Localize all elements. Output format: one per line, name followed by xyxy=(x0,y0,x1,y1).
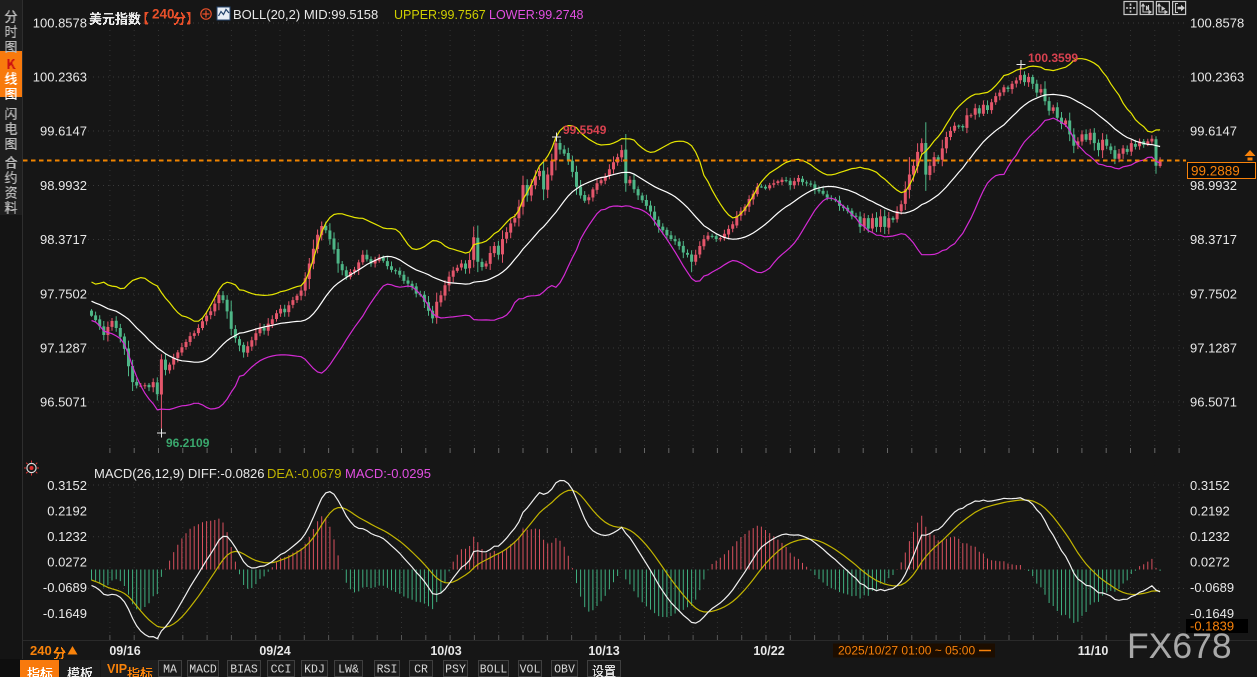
svg-text:09/16: 09/16 xyxy=(109,644,140,658)
svg-text:CCI: CCI xyxy=(271,664,292,677)
svg-text:KDJ: KDJ xyxy=(304,664,325,677)
svg-text:97.1287: 97.1287 xyxy=(40,341,87,356)
svg-text:100.3599: 100.3599 xyxy=(1028,51,1078,65)
svg-text:98.9932: 98.9932 xyxy=(40,178,87,193)
svg-text:10/03: 10/03 xyxy=(430,644,461,658)
svg-text:96.2109: 96.2109 xyxy=(166,436,210,450)
svg-text:VOL: VOL xyxy=(520,664,541,677)
svg-text:0.0272: 0.0272 xyxy=(1190,555,1230,570)
svg-text:2025/10/27 01:00 ~ 05:00: 2025/10/27 01:00 ~ 05:00 xyxy=(838,644,975,658)
svg-text:MA: MA xyxy=(163,664,177,677)
svg-text:DEA:-0.0679: DEA:-0.0679 xyxy=(267,466,341,481)
svg-text:LOWER:99.2748: LOWER:99.2748 xyxy=(489,8,584,22)
svg-text:97.1287: 97.1287 xyxy=(1190,341,1237,356)
svg-text:0.1232: 0.1232 xyxy=(1190,529,1230,544)
svg-text:RSI: RSI xyxy=(377,664,398,677)
svg-text:0.3152: 0.3152 xyxy=(47,478,87,493)
svg-text:100.2363: 100.2363 xyxy=(33,70,87,85)
svg-text:98.3717: 98.3717 xyxy=(1190,232,1237,247)
svg-text:100.2363: 100.2363 xyxy=(1190,70,1244,85)
svg-text:100.8578: 100.8578 xyxy=(1190,16,1244,31)
svg-text:UPPER:99.7567: UPPER:99.7567 xyxy=(394,8,486,22)
svg-text:MACD:-0.0295: MACD:-0.0295 xyxy=(345,466,431,481)
svg-text:100.8578: 100.8578 xyxy=(33,16,87,31)
svg-text:99.5549: 99.5549 xyxy=(563,123,607,137)
svg-text:97.7502: 97.7502 xyxy=(1190,287,1237,302)
svg-text:OBV: OBV xyxy=(554,664,575,677)
svg-text:BOLL(20,2) MID:99.5158: BOLL(20,2) MID:99.5158 xyxy=(233,7,378,22)
svg-text:0.3152: 0.3152 xyxy=(1190,478,1230,493)
svg-text:10/13: 10/13 xyxy=(588,644,619,658)
svg-text:11/10: 11/10 xyxy=(1078,644,1109,658)
svg-text:-0.1649: -0.1649 xyxy=(43,606,87,621)
svg-text:240: 240 xyxy=(30,643,52,658)
svg-text:0.2192: 0.2192 xyxy=(47,503,87,518)
svg-text:99.6147: 99.6147 xyxy=(40,124,87,139)
svg-text:BOLL: BOLL xyxy=(480,664,508,677)
svg-text:CR: CR xyxy=(414,664,428,677)
svg-text:99.6147: 99.6147 xyxy=(1190,124,1237,139)
svg-text:BIAS: BIAS xyxy=(230,664,258,677)
svg-text:PSY: PSY xyxy=(445,664,466,677)
svg-text:0.1232: 0.1232 xyxy=(47,529,87,544)
svg-text:MACD(26,12,9) DIFF:-0.0826: MACD(26,12,9) DIFF:-0.0826 xyxy=(94,466,265,481)
svg-text:VIP: VIP xyxy=(107,662,127,676)
svg-text:98.3717: 98.3717 xyxy=(40,232,87,247)
svg-text:10/22: 10/22 xyxy=(753,644,784,658)
svg-text:LW&: LW& xyxy=(338,664,359,677)
svg-text:-0.0689: -0.0689 xyxy=(1190,580,1234,595)
svg-text:99.2889: 99.2889 xyxy=(1191,164,1240,179)
svg-text:0.0272: 0.0272 xyxy=(47,555,87,570)
svg-text:240: 240 xyxy=(152,7,175,22)
svg-text:0.2192: 0.2192 xyxy=(1190,503,1230,518)
svg-text:98.9932: 98.9932 xyxy=(1190,178,1237,193)
svg-text:96.5071: 96.5071 xyxy=(1190,395,1237,410)
svg-text:96.5071: 96.5071 xyxy=(40,395,87,410)
svg-text:97.7502: 97.7502 xyxy=(40,287,87,302)
svg-text:09/24: 09/24 xyxy=(259,644,290,658)
svg-text:MACD: MACD xyxy=(189,664,217,677)
svg-text:-0.0689: -0.0689 xyxy=(43,580,87,595)
